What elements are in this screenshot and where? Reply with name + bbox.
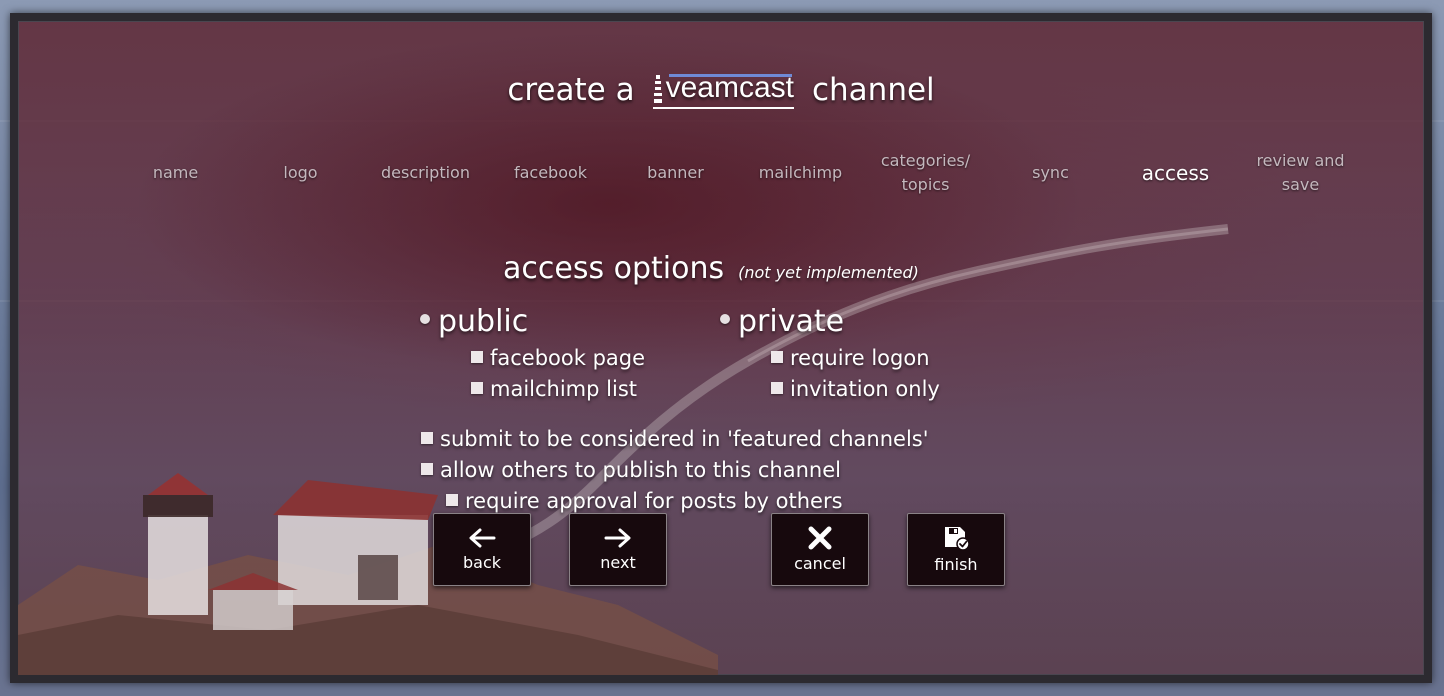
create-channel-panel: create a veamcast channel name logo desc…	[10, 13, 1432, 683]
checkbox-icon	[771, 350, 783, 363]
checkbox-icon	[471, 350, 483, 363]
wizard-steps: name logo description facebook banner ma…	[113, 148, 1363, 198]
mailchimp-list-checkbox[interactable]: mailchimp list	[471, 377, 637, 401]
arrow-right-icon	[604, 528, 631, 548]
page-title: create a veamcast channel	[18, 71, 1424, 109]
step-name[interactable]: name	[113, 148, 238, 198]
radio-dot-icon	[420, 313, 430, 324]
step-sync[interactable]: sync	[988, 148, 1113, 198]
step-logo[interactable]: logo	[238, 148, 363, 198]
save-icon	[945, 527, 970, 551]
step-mailchimp[interactable]: mailchimp	[738, 148, 863, 198]
access-options-heading: access options (not yet implemented)	[503, 251, 919, 286]
cancel-button[interactable]: cancel	[771, 513, 869, 586]
close-icon	[808, 526, 832, 550]
require-logon-checkbox[interactable]: require logon	[771, 346, 930, 370]
checkbox-icon	[471, 381, 483, 394]
checkbox-icon	[771, 381, 783, 394]
checkbox-icon	[421, 431, 433, 444]
veamcast-logo: veamcast	[652, 71, 794, 109]
radio-dot-icon	[720, 313, 730, 324]
featured-channels-checkbox[interactable]: submit to be considered in 'featured cha…	[421, 427, 929, 451]
allow-others-publish-checkbox[interactable]: allow others to publish to this channel	[421, 458, 841, 482]
public-radio[interactable]: public	[420, 304, 528, 339]
not-implemented-note: (not yet implemented)	[738, 263, 919, 282]
arrow-left-icon	[469, 528, 496, 548]
invitation-only-checkbox[interactable]: invitation only	[771, 377, 940, 401]
facebook-page-checkbox[interactable]: facebook page	[471, 346, 645, 370]
finish-button[interactable]: finish	[907, 513, 1005, 586]
title-prefix: create a	[507, 72, 635, 108]
step-banner[interactable]: banner	[613, 148, 738, 198]
step-description[interactable]: description	[363, 148, 488, 198]
next-button[interactable]: next	[569, 513, 667, 586]
lighthouse-icon	[653, 75, 662, 103]
step-facebook[interactable]: facebook	[488, 148, 613, 198]
step-categories-topics[interactable]: categories/ topics	[863, 148, 988, 198]
checkbox-icon	[421, 462, 433, 475]
back-button[interactable]: back	[433, 513, 531, 586]
title-suffix: channel	[811, 72, 935, 108]
checkbox-icon	[446, 493, 458, 506]
private-radio[interactable]: private	[720, 304, 844, 339]
step-review-and-save[interactable]: review and save	[1238, 148, 1363, 198]
step-access[interactable]: access	[1113, 148, 1238, 198]
require-approval-checkbox[interactable]: require approval for posts by others	[446, 489, 843, 513]
